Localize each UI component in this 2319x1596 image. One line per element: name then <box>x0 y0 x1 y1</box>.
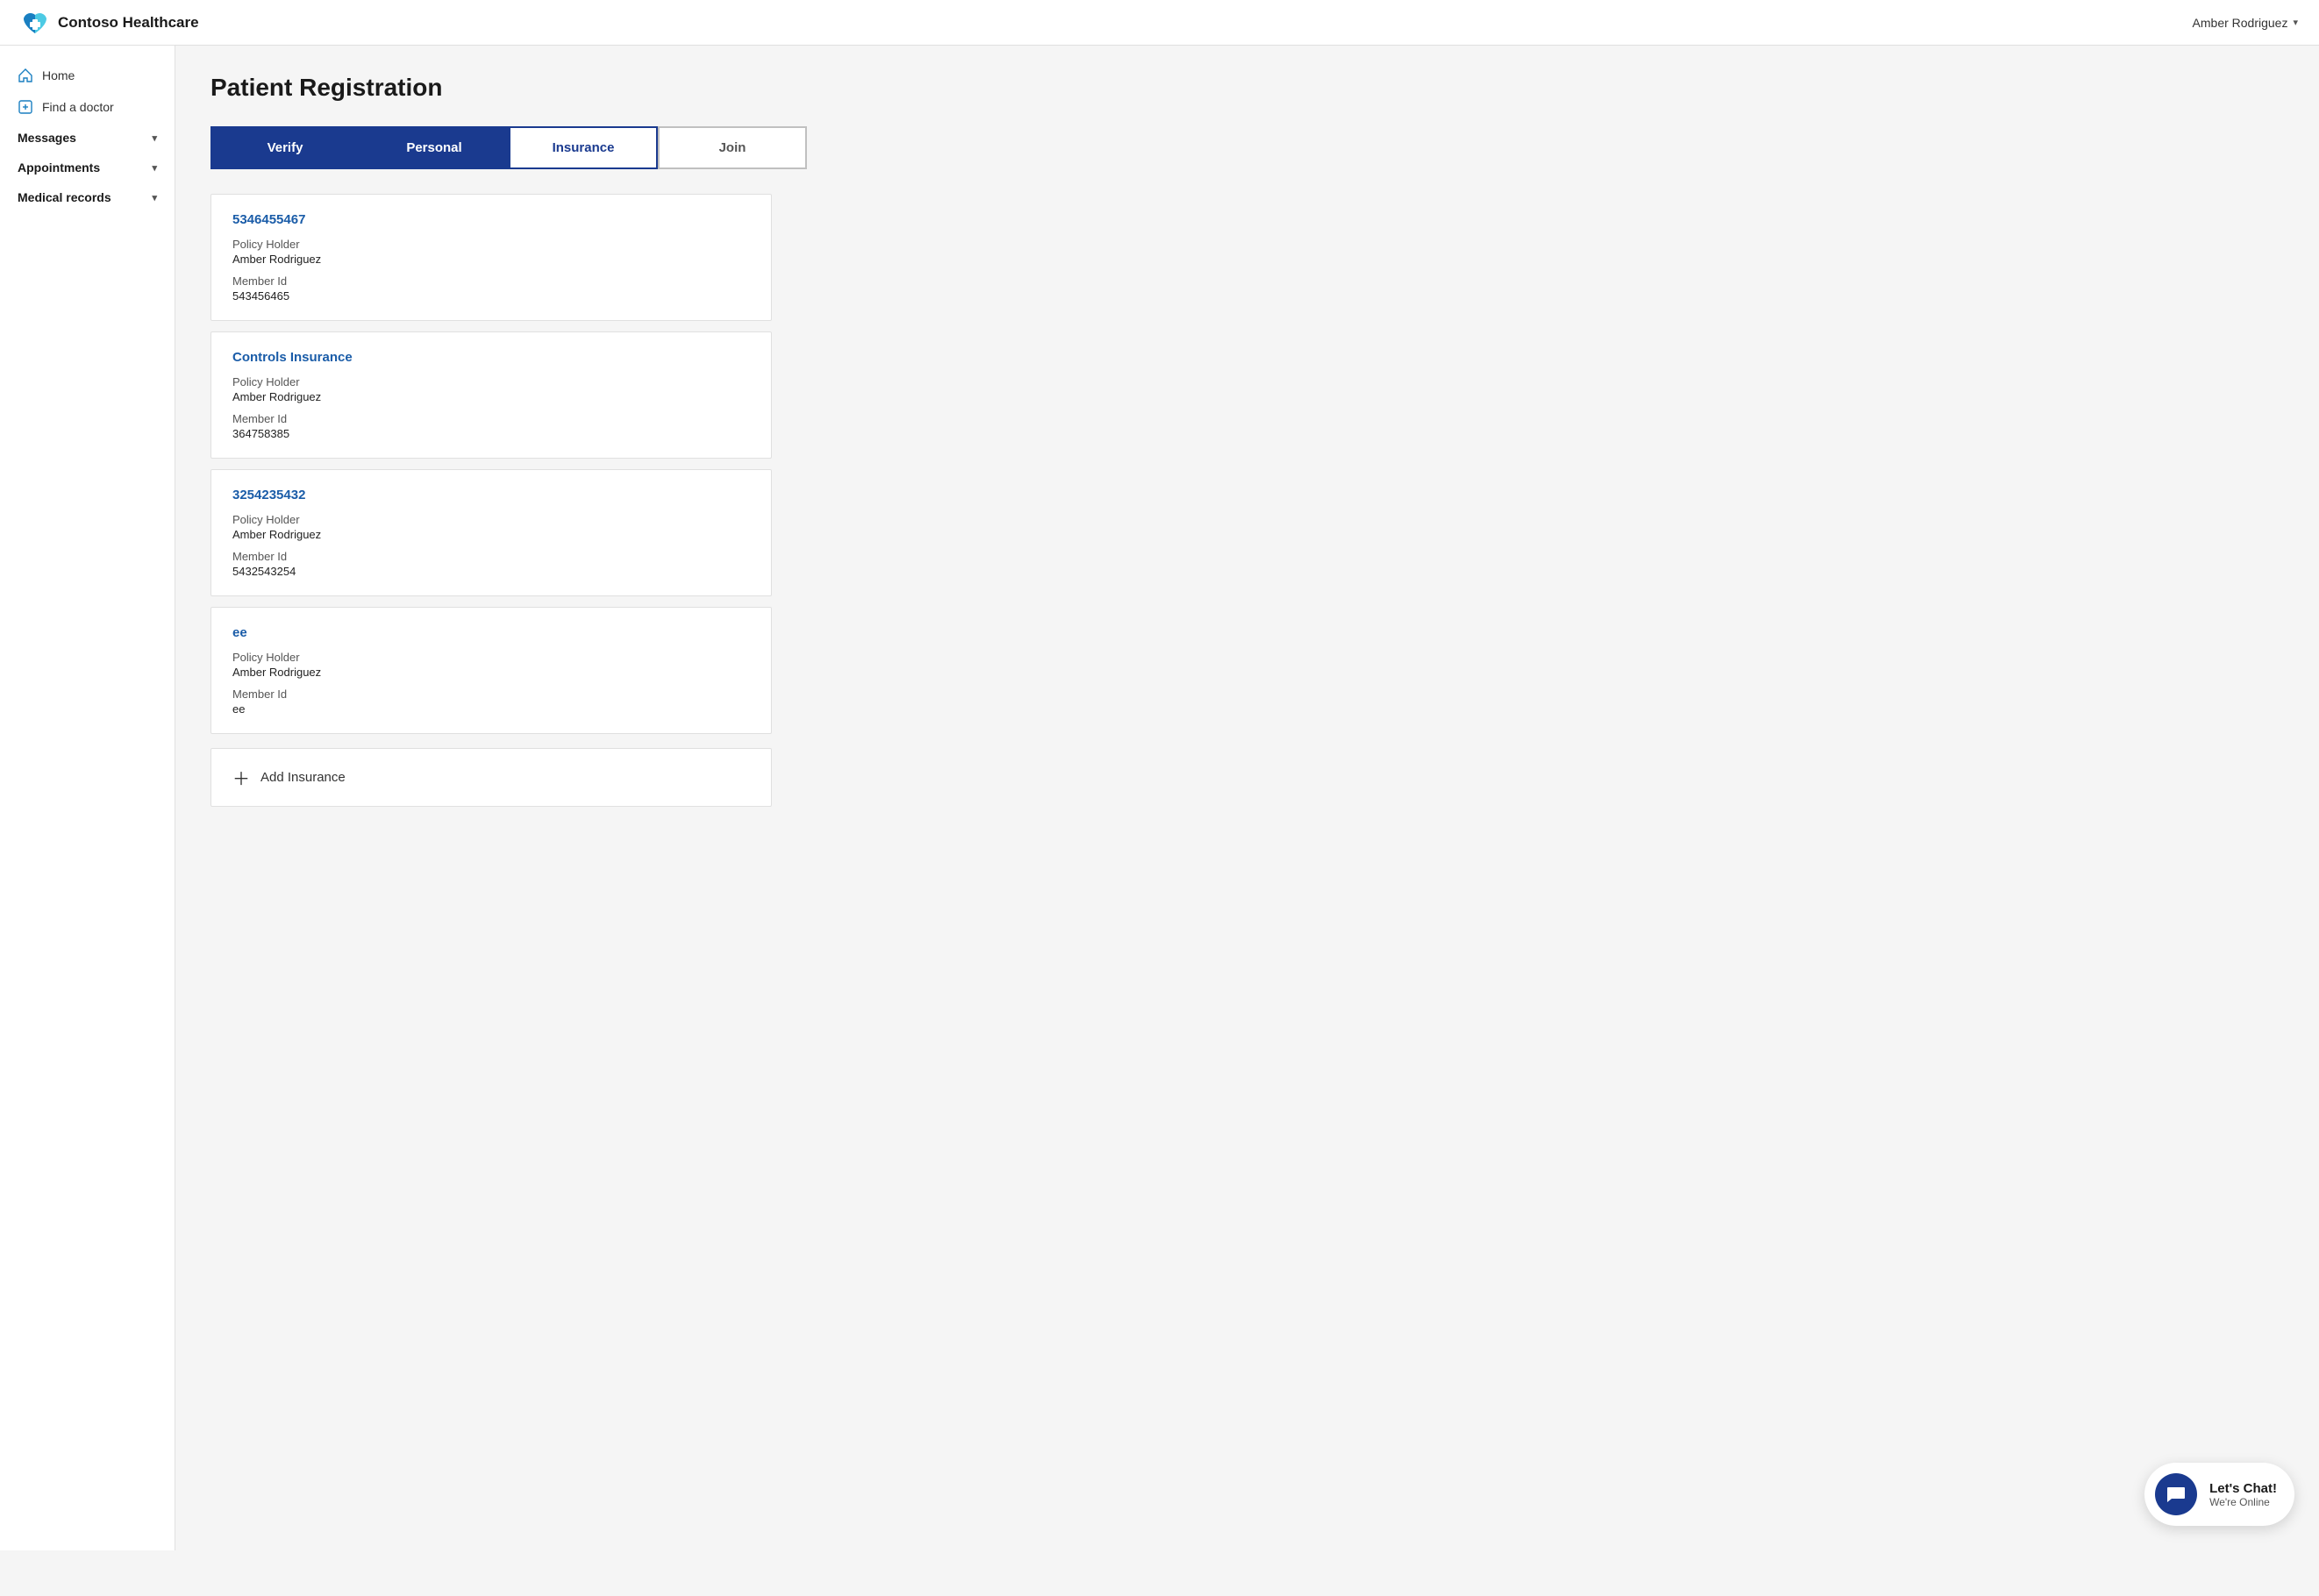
insurance-card-4-holder-label: Policy Holder <box>232 651 750 664</box>
chat-text-block: Let's Chat! We're Online <box>2209 1481 2277 1508</box>
insurance-card-4-memberid-value: ee <box>232 702 750 716</box>
insurance-card-2-holder-value: Amber Rodriguez <box>232 390 750 403</box>
insurance-card-2: Controls Insurance Policy Holder Amber R… <box>210 331 772 459</box>
tab-join[interactable]: Join <box>658 126 807 169</box>
insurance-list: 5346455467 Policy Holder Amber Rodriguez… <box>210 194 772 807</box>
tab-personal[interactable]: Personal <box>360 126 509 169</box>
plus-icon: ＋ <box>232 765 250 790</box>
sidebar-find-doctor-label: Find a doctor <box>42 100 114 114</box>
insurance-card-2-memberid-label: Member Id <box>232 412 750 425</box>
insurance-card-1-memberid-value: 543456465 <box>232 289 750 303</box>
sidebar-item-find-doctor[interactable]: Find a doctor <box>0 91 175 123</box>
tab-insurance[interactable]: Insurance <box>509 126 658 169</box>
insurance-card-2-memberid-value: 364758385 <box>232 427 750 440</box>
insurance-card-4: ee Policy Holder Amber Rodriguez Member … <box>210 607 772 734</box>
insurance-card-3-holder-value: Amber Rodriguez <box>232 528 750 541</box>
chat-subtitle: We're Online <box>2209 1496 2277 1508</box>
insurance-card-3: 3254235432 Policy Holder Amber Rodriguez… <box>210 469 772 596</box>
sidebar-messages-label: Messages <box>18 131 76 145</box>
layout: Home Find a doctor Messages ▾ Appointmen… <box>0 46 2319 1550</box>
brand-name: Contoso Healthcare <box>58 14 199 32</box>
user-menu[interactable]: Amber Rodriguez ▾ <box>2193 16 2298 30</box>
insurance-card-3-memberid-value: 5432543254 <box>232 565 750 578</box>
insurance-card-1-holder-value: Amber Rodriguez <box>232 253 750 266</box>
insurance-card-4-holder-value: Amber Rodriguez <box>232 666 750 679</box>
insurance-card-1-holder-label: Policy Holder <box>232 238 750 251</box>
main-content: Patient Registration Verify Personal Ins… <box>175 46 2319 1550</box>
insurance-card-1-title: 5346455467 <box>232 212 750 227</box>
home-icon <box>18 68 33 83</box>
sidebar-item-medical-records[interactable]: Medical records ▾ <box>0 182 175 212</box>
insurance-card-1-memberid-label: Member Id <box>232 274 750 288</box>
appointments-chevron-icon: ▾ <box>152 162 157 174</box>
insurance-card-3-title: 3254235432 <box>232 488 750 502</box>
brand-logo-icon <box>21 9 49 37</box>
topnav: Contoso Healthcare Amber Rodriguez ▾ <box>0 0 2319 46</box>
user-name: Amber Rodriguez <box>2193 16 2288 30</box>
sidebar-item-appointments[interactable]: Appointments ▾ <box>0 153 175 182</box>
sidebar-appointments-label: Appointments <box>18 160 100 175</box>
insurance-card-2-holder-label: Policy Holder <box>232 375 750 388</box>
brand: Contoso Healthcare <box>21 9 199 37</box>
chat-bubble[interactable]: Let's Chat! We're Online <box>2144 1463 2294 1526</box>
add-insurance-label: Add Insurance <box>260 770 346 785</box>
insurance-card-4-title: ee <box>232 625 750 640</box>
chat-icon <box>2165 1483 2187 1506</box>
find-doctor-icon <box>18 99 33 115</box>
user-menu-chevron-icon: ▾ <box>2293 17 2298 28</box>
sidebar-item-messages[interactable]: Messages ▾ <box>0 123 175 153</box>
sidebar-item-home[interactable]: Home <box>0 60 175 91</box>
chat-title: Let's Chat! <box>2209 1481 2277 1496</box>
insurance-card-3-memberid-label: Member Id <box>232 550 750 563</box>
sidebar: Home Find a doctor Messages ▾ Appointmen… <box>0 46 175 1550</box>
add-insurance-button[interactable]: ＋ Add Insurance <box>210 748 772 807</box>
chat-icon-circle <box>2155 1473 2197 1515</box>
messages-chevron-icon: ▾ <box>152 132 157 144</box>
sidebar-medical-records-label: Medical records <box>18 190 111 204</box>
insurance-card-3-holder-label: Policy Holder <box>232 513 750 526</box>
sidebar-home-label: Home <box>42 68 75 82</box>
page-title: Patient Registration <box>210 74 2284 102</box>
tab-verify[interactable]: Verify <box>210 126 360 169</box>
insurance-card-4-memberid-label: Member Id <box>232 688 750 701</box>
step-tabs: Verify Personal Insurance Join <box>210 126 807 169</box>
insurance-card-2-title: Controls Insurance <box>232 350 750 365</box>
insurance-card-1: 5346455467 Policy Holder Amber Rodriguez… <box>210 194 772 321</box>
medical-records-chevron-icon: ▾ <box>152 192 157 203</box>
